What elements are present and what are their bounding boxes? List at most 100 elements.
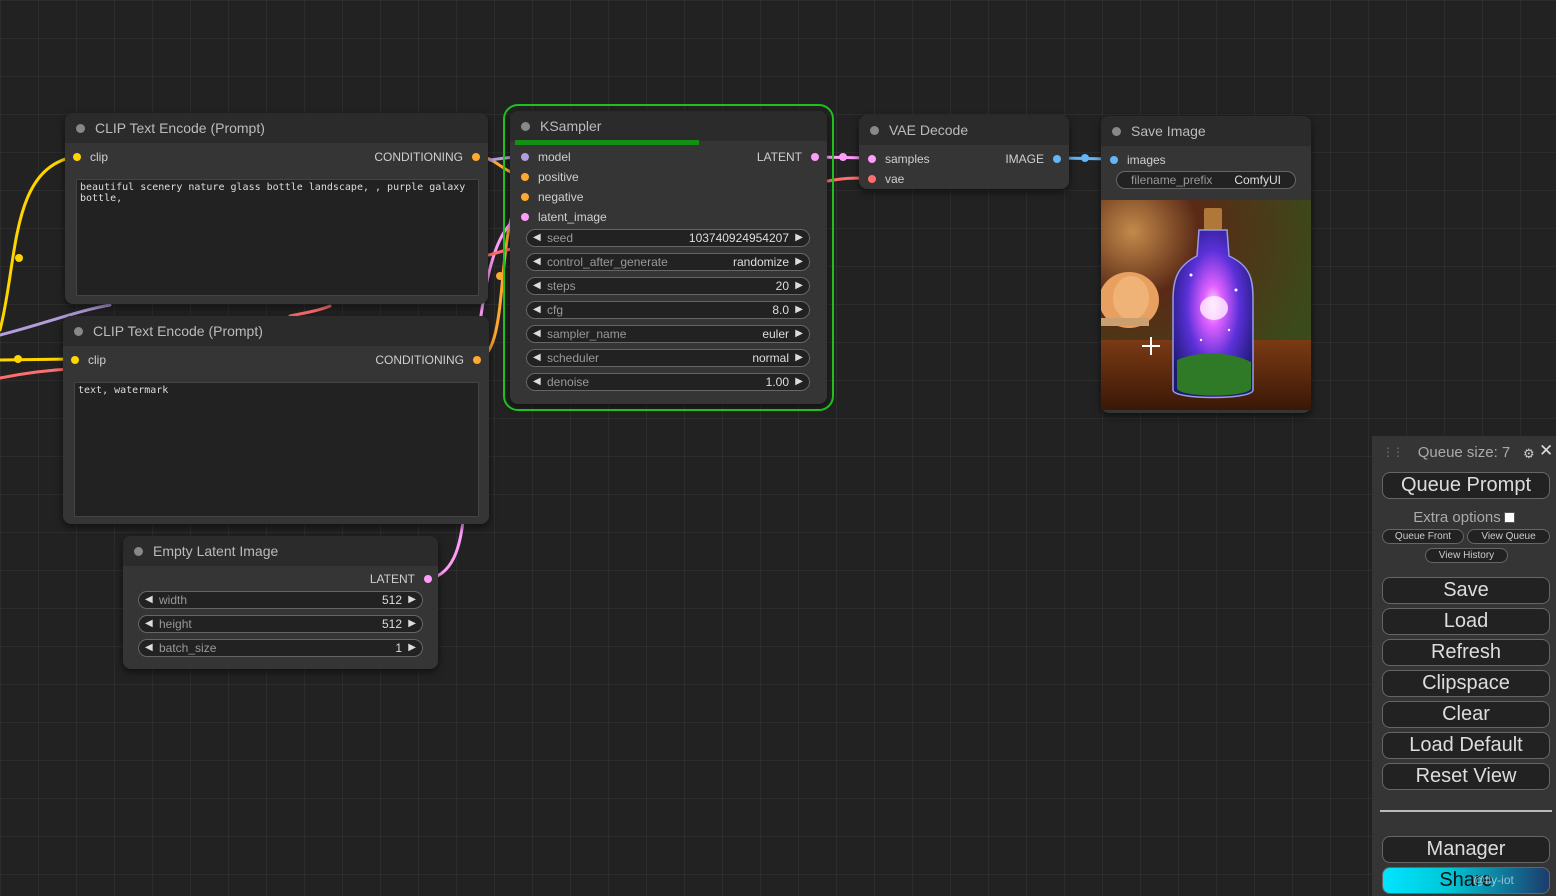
- widget-cfg[interactable]: ◀ cfg 8.0 ▶: [526, 301, 810, 319]
- increment-arrow-icon[interactable]: ▶: [408, 640, 416, 656]
- increment-arrow-icon[interactable]: ▶: [795, 350, 803, 366]
- collapse-dot-icon[interactable]: [870, 125, 879, 135]
- decrement-arrow-icon[interactable]: ◀: [533, 230, 541, 246]
- widget-width[interactable]: ◀ width 512 ▶: [138, 591, 423, 609]
- reset-view-button[interactable]: Reset View: [1382, 763, 1550, 790]
- queue-front-button[interactable]: Queue Front: [1382, 529, 1464, 544]
- decrement-arrow-icon[interactable]: ◀: [533, 278, 541, 294]
- widget-value[interactable]: 512: [382, 616, 402, 632]
- widget-seed[interactable]: ◀ seed 103740924954207 ▶: [526, 229, 810, 247]
- decrement-arrow-icon[interactable]: ◀: [145, 592, 153, 608]
- collapse-dot-icon[interactable]: [1112, 126, 1121, 136]
- increment-arrow-icon[interactable]: ▶: [795, 278, 803, 294]
- input-slot-samples[interactable]: samples: [865, 152, 930, 166]
- node-title-bar[interactable]: CLIP Text Encode (Prompt): [63, 316, 489, 346]
- input-slot-negative[interactable]: negative: [518, 190, 583, 204]
- collapse-dot-icon[interactable]: [134, 546, 143, 556]
- slot-dot-icon[interactable]: [1053, 155, 1061, 163]
- decrement-arrow-icon[interactable]: ◀: [145, 640, 153, 656]
- extra-options-checkbox[interactable]: [1503, 512, 1515, 523]
- node-title-bar[interactable]: Empty Latent Image: [123, 536, 438, 566]
- output-slot-latent[interactable]: LATENT: [757, 150, 822, 164]
- decrement-arrow-icon[interactable]: ◀: [533, 350, 541, 366]
- slot-dot-icon[interactable]: [868, 155, 876, 163]
- input-slot-model[interactable]: model: [518, 150, 571, 164]
- node-title-bar[interactable]: CLIP Text Encode (Prompt): [65, 113, 488, 143]
- collapse-dot-icon[interactable]: [74, 326, 83, 336]
- widget-steps[interactable]: ◀ steps 20 ▶: [526, 277, 810, 295]
- slot-dot-icon[interactable]: [73, 153, 81, 161]
- widget-value[interactable]: ComfyUI: [1234, 172, 1281, 188]
- slot-dot-icon[interactable]: [1110, 156, 1118, 164]
- widget-value[interactable]: 1: [395, 640, 402, 656]
- node-empty-latent-image[interactable]: Empty Latent Image LATENT ◀ width 512 ▶ …: [123, 536, 438, 669]
- input-slot-latent-image[interactable]: latent_image: [518, 210, 607, 224]
- output-slot-conditioning[interactable]: CONDITIONING: [375, 353, 484, 367]
- node-title-bar[interactable]: Save Image: [1101, 116, 1311, 146]
- slot-dot-icon[interactable]: [521, 173, 529, 181]
- clear-button[interactable]: Clear: [1382, 701, 1550, 728]
- load-default-button[interactable]: Load Default: [1382, 732, 1550, 759]
- collapse-dot-icon[interactable]: [521, 121, 530, 131]
- decrement-arrow-icon[interactable]: ◀: [145, 616, 153, 632]
- slot-dot-icon[interactable]: [521, 213, 529, 221]
- gear-icon[interactable]: ⚙: [1523, 446, 1535, 462]
- node-vae-decode[interactable]: VAE Decode samples vae IMAGE: [859, 115, 1069, 189]
- node-clip-text-encode-negative[interactable]: CLIP Text Encode (Prompt) clip CONDITION…: [63, 316, 489, 524]
- widget-batch-size[interactable]: ◀ batch_size 1 ▶: [138, 639, 423, 657]
- increment-arrow-icon[interactable]: ▶: [795, 326, 803, 342]
- increment-arrow-icon[interactable]: ▶: [408, 592, 416, 608]
- input-slot-positive[interactable]: positive: [518, 170, 579, 184]
- widget-filename-prefix[interactable]: filename_prefix ComfyUI: [1116, 171, 1296, 189]
- widget-denoise[interactable]: ◀ denoise 1.00 ▶: [526, 373, 810, 391]
- close-icon[interactable]: ✕: [1539, 441, 1553, 461]
- decrement-arrow-icon[interactable]: ◀: [533, 374, 541, 390]
- slot-dot-icon[interactable]: [472, 153, 480, 161]
- input-slot-clip[interactable]: clip: [70, 150, 108, 164]
- refresh-button[interactable]: Refresh: [1382, 639, 1550, 666]
- prompt-textarea[interactable]: text, watermark: [74, 382, 479, 517]
- decrement-arrow-icon[interactable]: ◀: [533, 254, 541, 270]
- slot-dot-icon[interactable]: [473, 356, 481, 364]
- widget-height[interactable]: ◀ height 512 ▶: [138, 615, 423, 633]
- view-queue-button[interactable]: View Queue: [1467, 529, 1550, 544]
- widget-value[interactable]: euler: [762, 326, 789, 342]
- increment-arrow-icon[interactable]: ▶: [408, 616, 416, 632]
- slot-dot-icon[interactable]: [868, 175, 876, 183]
- slot-dot-icon[interactable]: [811, 153, 819, 161]
- queue-prompt-button[interactable]: Queue Prompt: [1382, 472, 1550, 499]
- slot-dot-icon[interactable]: [521, 153, 529, 161]
- slot-dot-icon[interactable]: [71, 356, 79, 364]
- load-button[interactable]: Load: [1382, 608, 1550, 635]
- save-button[interactable]: Save: [1382, 577, 1550, 604]
- widget-value[interactable]: 20: [776, 278, 789, 294]
- node-save-image[interactable]: Save Image images filename_prefix ComfyU…: [1101, 116, 1311, 413]
- widget-scheduler[interactable]: ◀ scheduler normal ▶: [526, 349, 810, 367]
- widget-value[interactable]: 512: [382, 592, 402, 608]
- widget-value[interactable]: randomize: [733, 254, 789, 270]
- share-button[interactable]: Share: [1382, 867, 1550, 894]
- widget-value[interactable]: 1.00: [766, 374, 789, 390]
- widget-value[interactable]: 8.0: [772, 302, 789, 318]
- slot-dot-icon[interactable]: [521, 193, 529, 201]
- slot-dot-icon[interactable]: [424, 575, 432, 583]
- increment-arrow-icon[interactable]: ▶: [795, 254, 803, 270]
- decrement-arrow-icon[interactable]: ◀: [533, 326, 541, 342]
- output-slot-conditioning[interactable]: CONDITIONING: [374, 150, 483, 164]
- widget-control-after-generate[interactable]: ◀ control_after_generate randomize ▶: [526, 253, 810, 271]
- increment-arrow-icon[interactable]: ▶: [795, 230, 803, 246]
- input-slot-clip[interactable]: clip: [68, 353, 106, 367]
- widget-value[interactable]: normal: [752, 350, 789, 366]
- widget-value[interactable]: 103740924954207: [689, 230, 789, 246]
- manager-button[interactable]: Manager: [1382, 836, 1550, 863]
- output-slot-image[interactable]: IMAGE: [1005, 152, 1064, 166]
- node-title-bar[interactable]: KSampler: [510, 111, 827, 141]
- generated-image-preview[interactable]: [1101, 200, 1311, 410]
- view-history-button[interactable]: View History: [1425, 548, 1508, 563]
- node-ksampler[interactable]: KSampler model positive negative latent_…: [503, 104, 834, 411]
- node-clip-text-encode-positive[interactable]: CLIP Text Encode (Prompt) clip CONDITION…: [65, 113, 488, 304]
- input-slot-images[interactable]: images: [1107, 153, 1166, 167]
- prompt-textarea[interactable]: beautiful scenery nature glass bottle la…: [76, 179, 479, 296]
- clipspace-button[interactable]: Clipspace: [1382, 670, 1550, 697]
- widget-sampler-name[interactable]: ◀ sampler_name euler ▶: [526, 325, 810, 343]
